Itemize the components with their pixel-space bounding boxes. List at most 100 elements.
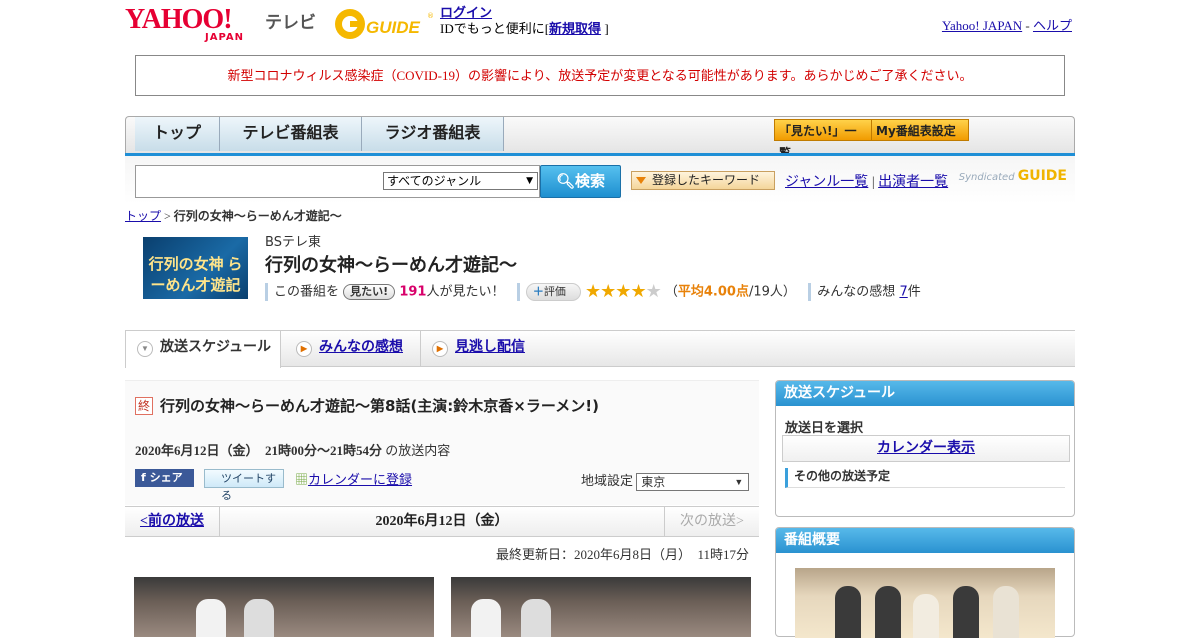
yahoo-wordmark: YAHOO! (125, 4, 233, 35)
broadcast-pager: <前の放送 2020年6月12日（金） 次の放送> (125, 506, 759, 537)
nav-tab-radio[interactable]: ラジオ番組表 (362, 117, 504, 151)
plus-icon: ＋ (532, 285, 544, 298)
search-bar: すべてのジャンル ▼ 🔍︎検索 登録したキーワード ジャンル一覧 | 出演者一覧… (125, 156, 1075, 204)
rating-average: 平均4.00点 (677, 284, 749, 300)
triangle-down-icon (636, 177, 646, 184)
yahoo-japan-link[interactable]: Yahoo! JAPAN (942, 18, 1022, 33)
schedule-box-header: 放送スケジュール (776, 381, 1074, 406)
chevron-down-icon: ▼ (137, 341, 153, 357)
help-link[interactable]: ヘルプ (1033, 18, 1072, 33)
facebook-share-button[interactable]: f シェア (135, 469, 194, 487)
chevron-down-icon: ▼ (526, 176, 533, 186)
rating-count: /19人） (748, 284, 796, 300)
mitai-suffix: 人が見たい！ (426, 284, 505, 300)
header: YAHOO! JAPAN テレビ GUIDE ® ログイン IDでもっと便利に[… (125, 0, 1075, 48)
mitai-prefix: この番組を (274, 284, 340, 300)
cook-figure (244, 599, 274, 637)
yahoo-japan-text: JAPAN (205, 32, 244, 43)
divider (265, 283, 268, 301)
region-label: 地域設定 (581, 473, 634, 488)
star-rating-empty: ★ (645, 281, 662, 302)
share-button-label: シェア (149, 471, 183, 484)
genre-select[interactable]: すべてのジャンル ▼ (383, 172, 538, 190)
top-links: Yahoo! JAPAN - ヘルプ (942, 15, 1072, 34)
breadcrumb-separator: > (164, 209, 171, 223)
genre-list-link[interactable]: ジャンル一覧 (785, 175, 868, 190)
tab-impressions[interactable]: ▶ みんなの感想 (285, 331, 415, 367)
cook-figure (471, 599, 501, 637)
cook-figure (521, 599, 551, 637)
facebook-icon: f (141, 471, 150, 484)
syndicated-logo-text: GUIDE (1017, 168, 1067, 184)
calendar-register-link[interactable]: カレンダーに登録 (308, 472, 412, 487)
play-icon: ▶ (432, 341, 448, 357)
rating-button-label: 評価 (543, 285, 566, 298)
program-thumbnail: 行列の女神 らーめん才遊記 (143, 237, 248, 299)
gguide-logo[interactable]: GUIDE ® (333, 6, 433, 42)
prev-broadcast-link[interactable]: <前の放送 (125, 507, 220, 536)
breadcrumb-top[interactable]: トップ (125, 209, 161, 223)
scene-image (451, 577, 751, 637)
next-broadcast-link: 次の放送> (664, 507, 759, 536)
top-links-separator: - (1025, 18, 1030, 33)
cast-figure (953, 586, 979, 638)
impression-label: みんなの感想 (817, 284, 896, 300)
search-links-separator: | (871, 175, 875, 190)
search-links: ジャンル一覧 | 出演者一覧 (785, 171, 948, 191)
region-select[interactable]: 東京 ▼ (636, 473, 750, 492)
schedule-box: 放送スケジュール 放送日を選択 カレンダー表示 その他の放送予定 (775, 380, 1075, 517)
select-date-label: 放送日を選択 (785, 421, 864, 436)
program-tabs: ▼ 放送スケジュール ▶ みんなの感想 ▶ 見逃し配信 (125, 330, 1075, 368)
mitai-count: 191 (399, 284, 427, 300)
tab-catchup[interactable]: ▶ 見逃し配信 (420, 331, 550, 367)
tab-catchup-label: 見逃し配信 (455, 340, 525, 355)
cast-figure (875, 586, 901, 638)
rating-open: （ (664, 284, 678, 300)
scene-image (134, 577, 434, 637)
tab-schedule-label: 放送スケジュール (160, 340, 272, 355)
cook-figure (196, 599, 226, 637)
breadcrumb: トップ > 行列の女神～らーめん才遊記～ (125, 207, 342, 224)
login-sub-suffix: ] (604, 21, 609, 36)
breadcrumb-current: 行列の女神～らーめん才遊記～ (173, 209, 342, 223)
episode-date-suffix: の放送内容 (385, 443, 451, 458)
program-meta: この番組を 見たい! 191人が見たい！ ＋評価 ★★★★★ （平均4.00点/… (265, 282, 921, 302)
cast-list-link[interactable]: 出演者一覧 (878, 175, 948, 190)
last-updated: 最終更新日：2020年6月8日（月） 11時17分 (495, 547, 749, 562)
main-nav: トップ テレビ番組表 ラジオ番組表 「見たい!」一覧 My番組表設定 (125, 116, 1075, 160)
summary-box-header: 番組概要 (776, 528, 1074, 553)
impression-suffix: 件 (907, 284, 921, 300)
rating-button[interactable]: ＋評価 (525, 283, 581, 301)
region-select-value: 東京 (641, 475, 666, 490)
tv-label[interactable]: テレビ (265, 8, 316, 33)
nav-tab-tv[interactable]: テレビ番組表 (220, 117, 362, 151)
tweet-button-label: ツイートする (221, 472, 276, 502)
episode-panel: 終 行列の女神～らーめん才遊記～第8話(主演:鈴木京香×ラーメン!) 2020年… (125, 380, 759, 505)
channel-name: BSテレ東 (265, 235, 321, 250)
login-sub-text: IDでもっと便利に[ (440, 21, 550, 36)
my-schedule-button[interactable]: My番組表設定 (871, 119, 969, 141)
play-icon: ▶ (296, 341, 312, 357)
mitai-list-button[interactable]: 「見たい!」一覧 (774, 119, 872, 160)
final-badge: 終 (135, 397, 153, 415)
search-button[interactable]: 🔍︎検索 (540, 165, 621, 198)
program-title: 行列の女神～らーめん才遊記～ (265, 255, 517, 276)
login-area: ログイン IDでもっと便利に[新規取得 ] (440, 5, 609, 37)
tab-impressions-label: みんなの感想 (319, 340, 403, 355)
tab-schedule[interactable]: ▼ 放送スケジュール (125, 331, 281, 368)
calendar-icon: ▦ (295, 472, 309, 487)
tweet-button[interactable]: ツイートする (204, 469, 284, 502)
divider (516, 283, 520, 301)
cast-figure (993, 586, 1019, 638)
mitai-button[interactable]: 見たい! (343, 284, 396, 300)
episode-title: 行列の女神～らーめん才遊記～第8話(主演:鈴木京香×ラーメン!) (160, 397, 599, 415)
search-button-label: 検索 (575, 172, 606, 190)
nav-tab-top[interactable]: トップ (135, 117, 220, 151)
impression-count-link[interactable]: 7 (899, 285, 907, 300)
register-link[interactable]: 新規取得 (549, 21, 601, 36)
calendar-display-button[interactable]: カレンダー表示 (782, 435, 1070, 462)
summary-box: 番組概要 (775, 527, 1075, 638)
keyword-button[interactable]: 登録したキーワード (631, 171, 775, 190)
login-link[interactable]: ログイン (440, 5, 492, 20)
yahoo-logo[interactable]: YAHOO! JAPAN (125, 4, 260, 44)
